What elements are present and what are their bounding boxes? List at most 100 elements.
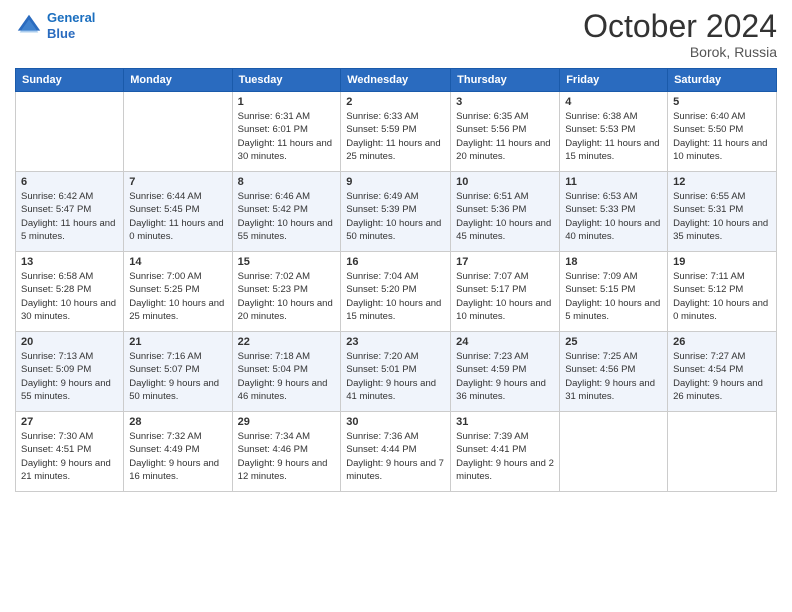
calendar-cell: 13 Sunrise: 6:58 AM Sunset: 5:28 PM Dayli… (16, 252, 124, 332)
col-header-monday: Monday (124, 69, 232, 92)
logo-line2: Blue (47, 26, 75, 41)
day-info: Sunrise: 6:33 AM Sunset: 5:59 PM Dayligh… (346, 110, 445, 163)
day-info: Sunrise: 7:36 AM Sunset: 4:44 PM Dayligh… (346, 430, 445, 483)
day-number: 13 (21, 256, 118, 268)
col-header-thursday: Thursday (451, 69, 560, 92)
day-info: Sunrise: 7:11 AM Sunset: 5:12 PM Dayligh… (673, 270, 771, 323)
calendar-cell: 4Sunrise: 6:38 AM Sunset: 5:53 PM Daylig… (560, 92, 668, 172)
month-title: October 2024 (583, 10, 777, 42)
logo-line1: General (47, 10, 95, 25)
col-header-friday: Friday (560, 69, 668, 92)
day-number: 19 (673, 256, 771, 268)
calendar-cell: 31 Sunrise: 7:39 AM Sunset: 4:41 PM Dayli… (451, 412, 560, 492)
calendar-cell: 21 Sunrise: 7:16 AM Sunset: 5:07 PM Dayli… (124, 332, 232, 412)
day-number: 28 (129, 416, 226, 428)
calendar-cell: 29Sunrise: 7:34 AM Sunset: 4:46 PM Dayli… (232, 412, 341, 492)
calendar-week-row: 20 Sunrise: 7:13 AM Sunset: 5:09 PM Dayli… (16, 332, 777, 412)
calendar-cell: 30 Sunrise: 7:36 AM Sunset: 4:44 PM Dayli… (341, 412, 451, 492)
day-info: Sunrise: 6:42 AM Sunset: 5:47 PM Dayligh… (21, 190, 118, 243)
day-info: Sunrise: 7:07 AM Sunset: 5:17 PM Dayligh… (456, 270, 554, 323)
calendar-cell: 8 Sunrise: 6:46 AM Sunset: 5:42 PM Daylig… (232, 172, 341, 252)
title-block: October 2024 Borok, Russia (583, 10, 777, 60)
day-info: Sunrise: 7:02 AM Sunset: 5:23 PM Dayligh… (238, 270, 336, 323)
calendar-cell: 15Sunrise: 7:02 AM Sunset: 5:23 PM Dayli… (232, 252, 341, 332)
day-number: 18 (565, 256, 662, 268)
calendar-cell: 22Sunrise: 7:18 AM Sunset: 5:04 PM Dayli… (232, 332, 341, 412)
day-number: 24 (456, 336, 554, 348)
day-number: 16 (346, 256, 445, 268)
calendar-cell: 24 Sunrise: 7:23 AM Sunset: 4:59 PM Dayli… (451, 332, 560, 412)
calendar-cell (124, 92, 232, 172)
day-info: Sunrise: 6:55 AM Sunset: 5:31 PM Dayligh… (673, 190, 771, 243)
day-info: Sunrise: 7:16 AM Sunset: 5:07 PM Dayligh… (129, 350, 226, 403)
day-info: Sunrise: 6:35 AM Sunset: 5:56 PM Dayligh… (456, 110, 554, 163)
day-number: 4 (565, 96, 662, 108)
day-number: 30 (346, 416, 445, 428)
day-info: Sunrise: 7:13 AM Sunset: 5:09 PM Dayligh… (21, 350, 118, 403)
day-number: 26 (673, 336, 771, 348)
calendar-cell (16, 92, 124, 172)
calendar-header-row: SundayMondayTuesdayWednesdayThursdayFrid… (16, 69, 777, 92)
day-info: Sunrise: 6:51 AM Sunset: 5:36 PM Dayligh… (456, 190, 554, 243)
day-info: Sunrise: 7:39 AM Sunset: 4:41 PM Dayligh… (456, 430, 554, 483)
day-number: 21 (129, 336, 226, 348)
page: General Blue October 2024 Borok, Russia … (0, 0, 792, 612)
day-number: 8 (238, 176, 336, 188)
calendar-week-row: 13 Sunrise: 6:58 AM Sunset: 5:28 PM Dayli… (16, 252, 777, 332)
calendar-cell: 9Sunrise: 6:49 AM Sunset: 5:39 PM Daylig… (341, 172, 451, 252)
day-info: Sunrise: 7:09 AM Sunset: 5:15 PM Dayligh… (565, 270, 662, 323)
location: Borok, Russia (583, 44, 777, 60)
day-number: 12 (673, 176, 771, 188)
day-number: 31 (456, 416, 554, 428)
calendar-cell: 28 Sunrise: 7:32 AM Sunset: 4:49 PM Dayli… (124, 412, 232, 492)
day-number: 3 (456, 96, 554, 108)
day-info: Sunrise: 6:58 AM Sunset: 5:28 PM Dayligh… (21, 270, 118, 323)
calendar-cell: 19 Sunrise: 7:11 AM Sunset: 5:12 PM Dayli… (668, 252, 777, 332)
day-number: 17 (456, 256, 554, 268)
col-header-saturday: Saturday (668, 69, 777, 92)
calendar-cell: 3 Sunrise: 6:35 AM Sunset: 5:56 PM Daylig… (451, 92, 560, 172)
day-info: Sunrise: 7:23 AM Sunset: 4:59 PM Dayligh… (456, 350, 554, 403)
day-number: 2 (346, 96, 445, 108)
day-info: Sunrise: 6:46 AM Sunset: 5:42 PM Dayligh… (238, 190, 336, 243)
calendar-cell: 14Sunrise: 7:00 AM Sunset: 5:25 PM Dayli… (124, 252, 232, 332)
day-number: 23 (346, 336, 445, 348)
day-number: 29 (238, 416, 336, 428)
calendar-cell (560, 412, 668, 492)
logo-text: General Blue (47, 10, 95, 41)
calendar-cell: 6 Sunrise: 6:42 AM Sunset: 5:47 PM Daylig… (16, 172, 124, 252)
calendar-cell: 26Sunrise: 7:27 AM Sunset: 4:54 PM Dayli… (668, 332, 777, 412)
calendar-cell: 20 Sunrise: 7:13 AM Sunset: 5:09 PM Dayli… (16, 332, 124, 412)
calendar-week-row: 6 Sunrise: 6:42 AM Sunset: 5:47 PM Daylig… (16, 172, 777, 252)
calendar-cell: 11 Sunrise: 6:53 AM Sunset: 5:33 PM Dayli… (560, 172, 668, 252)
day-number: 11 (565, 176, 662, 188)
calendar-cell: 2 Sunrise: 6:33 AM Sunset: 5:59 PM Daylig… (341, 92, 451, 172)
header: General Blue October 2024 Borok, Russia (15, 10, 777, 60)
day-info: Sunrise: 7:00 AM Sunset: 5:25 PM Dayligh… (129, 270, 226, 323)
day-number: 7 (129, 176, 226, 188)
day-info: Sunrise: 7:32 AM Sunset: 4:49 PM Dayligh… (129, 430, 226, 483)
day-number: 6 (21, 176, 118, 188)
day-info: Sunrise: 6:53 AM Sunset: 5:33 PM Dayligh… (565, 190, 662, 243)
calendar-cell (668, 412, 777, 492)
day-info: Sunrise: 6:49 AM Sunset: 5:39 PM Dayligh… (346, 190, 445, 243)
day-number: 20 (21, 336, 118, 348)
calendar-cell: 23 Sunrise: 7:20 AM Sunset: 5:01 PM Dayli… (341, 332, 451, 412)
day-number: 22 (238, 336, 336, 348)
day-number: 5 (673, 96, 771, 108)
calendar-cell: 18 Sunrise: 7:09 AM Sunset: 5:15 PM Dayli… (560, 252, 668, 332)
col-header-wednesday: Wednesday (341, 69, 451, 92)
day-info: Sunrise: 6:31 AM Sunset: 6:01 PM Dayligh… (238, 110, 336, 163)
day-info: Sunrise: 7:25 AM Sunset: 4:56 PM Dayligh… (565, 350, 662, 403)
day-number: 10 (456, 176, 554, 188)
calendar-cell: 5Sunrise: 6:40 AM Sunset: 5:50 PM Daylig… (668, 92, 777, 172)
logo-icon (15, 12, 43, 40)
calendar-table: SundayMondayTuesdayWednesdayThursdayFrid… (15, 68, 777, 492)
col-header-tuesday: Tuesday (232, 69, 341, 92)
calendar-cell: 17 Sunrise: 7:07 AM Sunset: 5:17 PM Dayli… (451, 252, 560, 332)
day-info: Sunrise: 7:20 AM Sunset: 5:01 PM Dayligh… (346, 350, 445, 403)
calendar-cell: 10 Sunrise: 6:51 AM Sunset: 5:36 PM Dayli… (451, 172, 560, 252)
day-number: 27 (21, 416, 118, 428)
col-header-sunday: Sunday (16, 69, 124, 92)
calendar-week-row: 27Sunrise: 7:30 AM Sunset: 4:51 PM Dayli… (16, 412, 777, 492)
